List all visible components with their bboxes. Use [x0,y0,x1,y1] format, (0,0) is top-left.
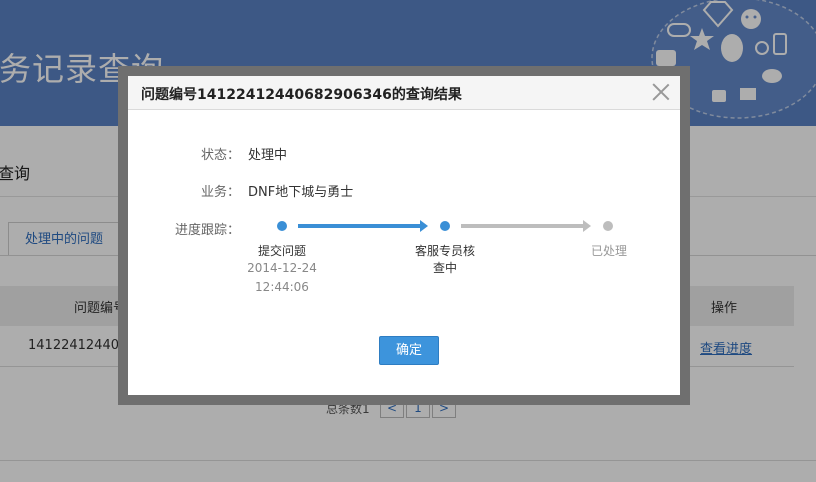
progress-label: 进度跟踪： [174,223,240,238]
arrow-right-icon [583,220,591,232]
step-2-connector [461,224,585,228]
step-1-label: 提交问题 [257,244,306,258]
status-value: 处理中 [248,148,288,163]
arrow-right-icon [420,220,428,232]
step-3-dot [603,221,613,231]
step-2-dot [440,221,450,231]
dialog-header: 问题编号14122412440682906346的查询结果 [128,76,680,110]
status-label: 状态： [200,148,240,163]
close-icon[interactable] [652,83,670,101]
step-1-time: 12:44:06 [255,280,309,294]
step-1-date: 2014-12-24 [247,261,317,275]
confirm-button[interactable]: 确定 [379,336,439,365]
step-1-dot [277,221,287,231]
step-3-label: 已处理 [590,244,627,258]
business-value: DNF地下城与勇士 [248,185,354,200]
query-result-dialog: 问题编号14122412440682906346的查询结果 状态： 处理中 业务… [128,76,680,395]
step-1-connector [298,224,422,228]
business-label: 业务： [200,185,240,200]
step-2-label: 客服专员核查中 [414,244,475,275]
dialog-title: 问题编号14122412440682906346的查询结果 [141,87,462,103]
